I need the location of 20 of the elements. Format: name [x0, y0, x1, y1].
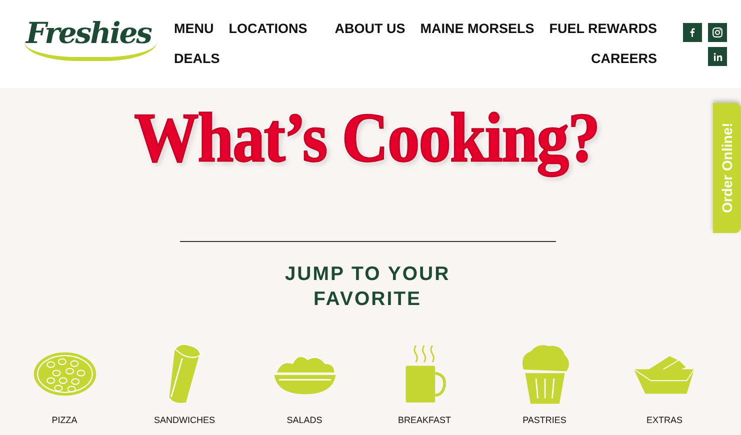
page-title: What’s Cooking?: [134, 99, 600, 179]
category-link[interactable]: SALADS: [286, 415, 322, 425]
pizza-icon: [32, 350, 98, 398]
category-link[interactable]: BREAKFAST: [398, 415, 451, 425]
instagram-icon[interactable]: [708, 23, 727, 42]
nav-link[interactable]: LOCATIONS: [228, 19, 308, 39]
facebook-icon[interactable]: [683, 23, 702, 42]
section-heading: JUMP TO YOUR FAVORITE: [284, 262, 452, 312]
category-link[interactable]: PIZZA: [52, 415, 78, 425]
nav-link[interactable]: MENU: [174, 19, 214, 39]
nav-link[interactable]: FUEL REWARDS: [549, 19, 657, 39]
nav-link[interactable]: ABOUT US: [334, 19, 406, 39]
category-link[interactable]: SANDWICHES: [154, 415, 215, 425]
nav-link[interactable]: DEALS: [174, 49, 220, 69]
linkedin-icon[interactable]: [708, 47, 727, 66]
category-link[interactable]: EXTRAS: [646, 415, 682, 425]
logo[interactable]: Freshies: [24, 13, 158, 61]
category-link[interactable]: PASTRIES: [522, 415, 566, 425]
nav-link[interactable]: MAINE MORSELS: [420, 19, 534, 39]
nav-link[interactable]: CAREERS: [590, 49, 657, 69]
